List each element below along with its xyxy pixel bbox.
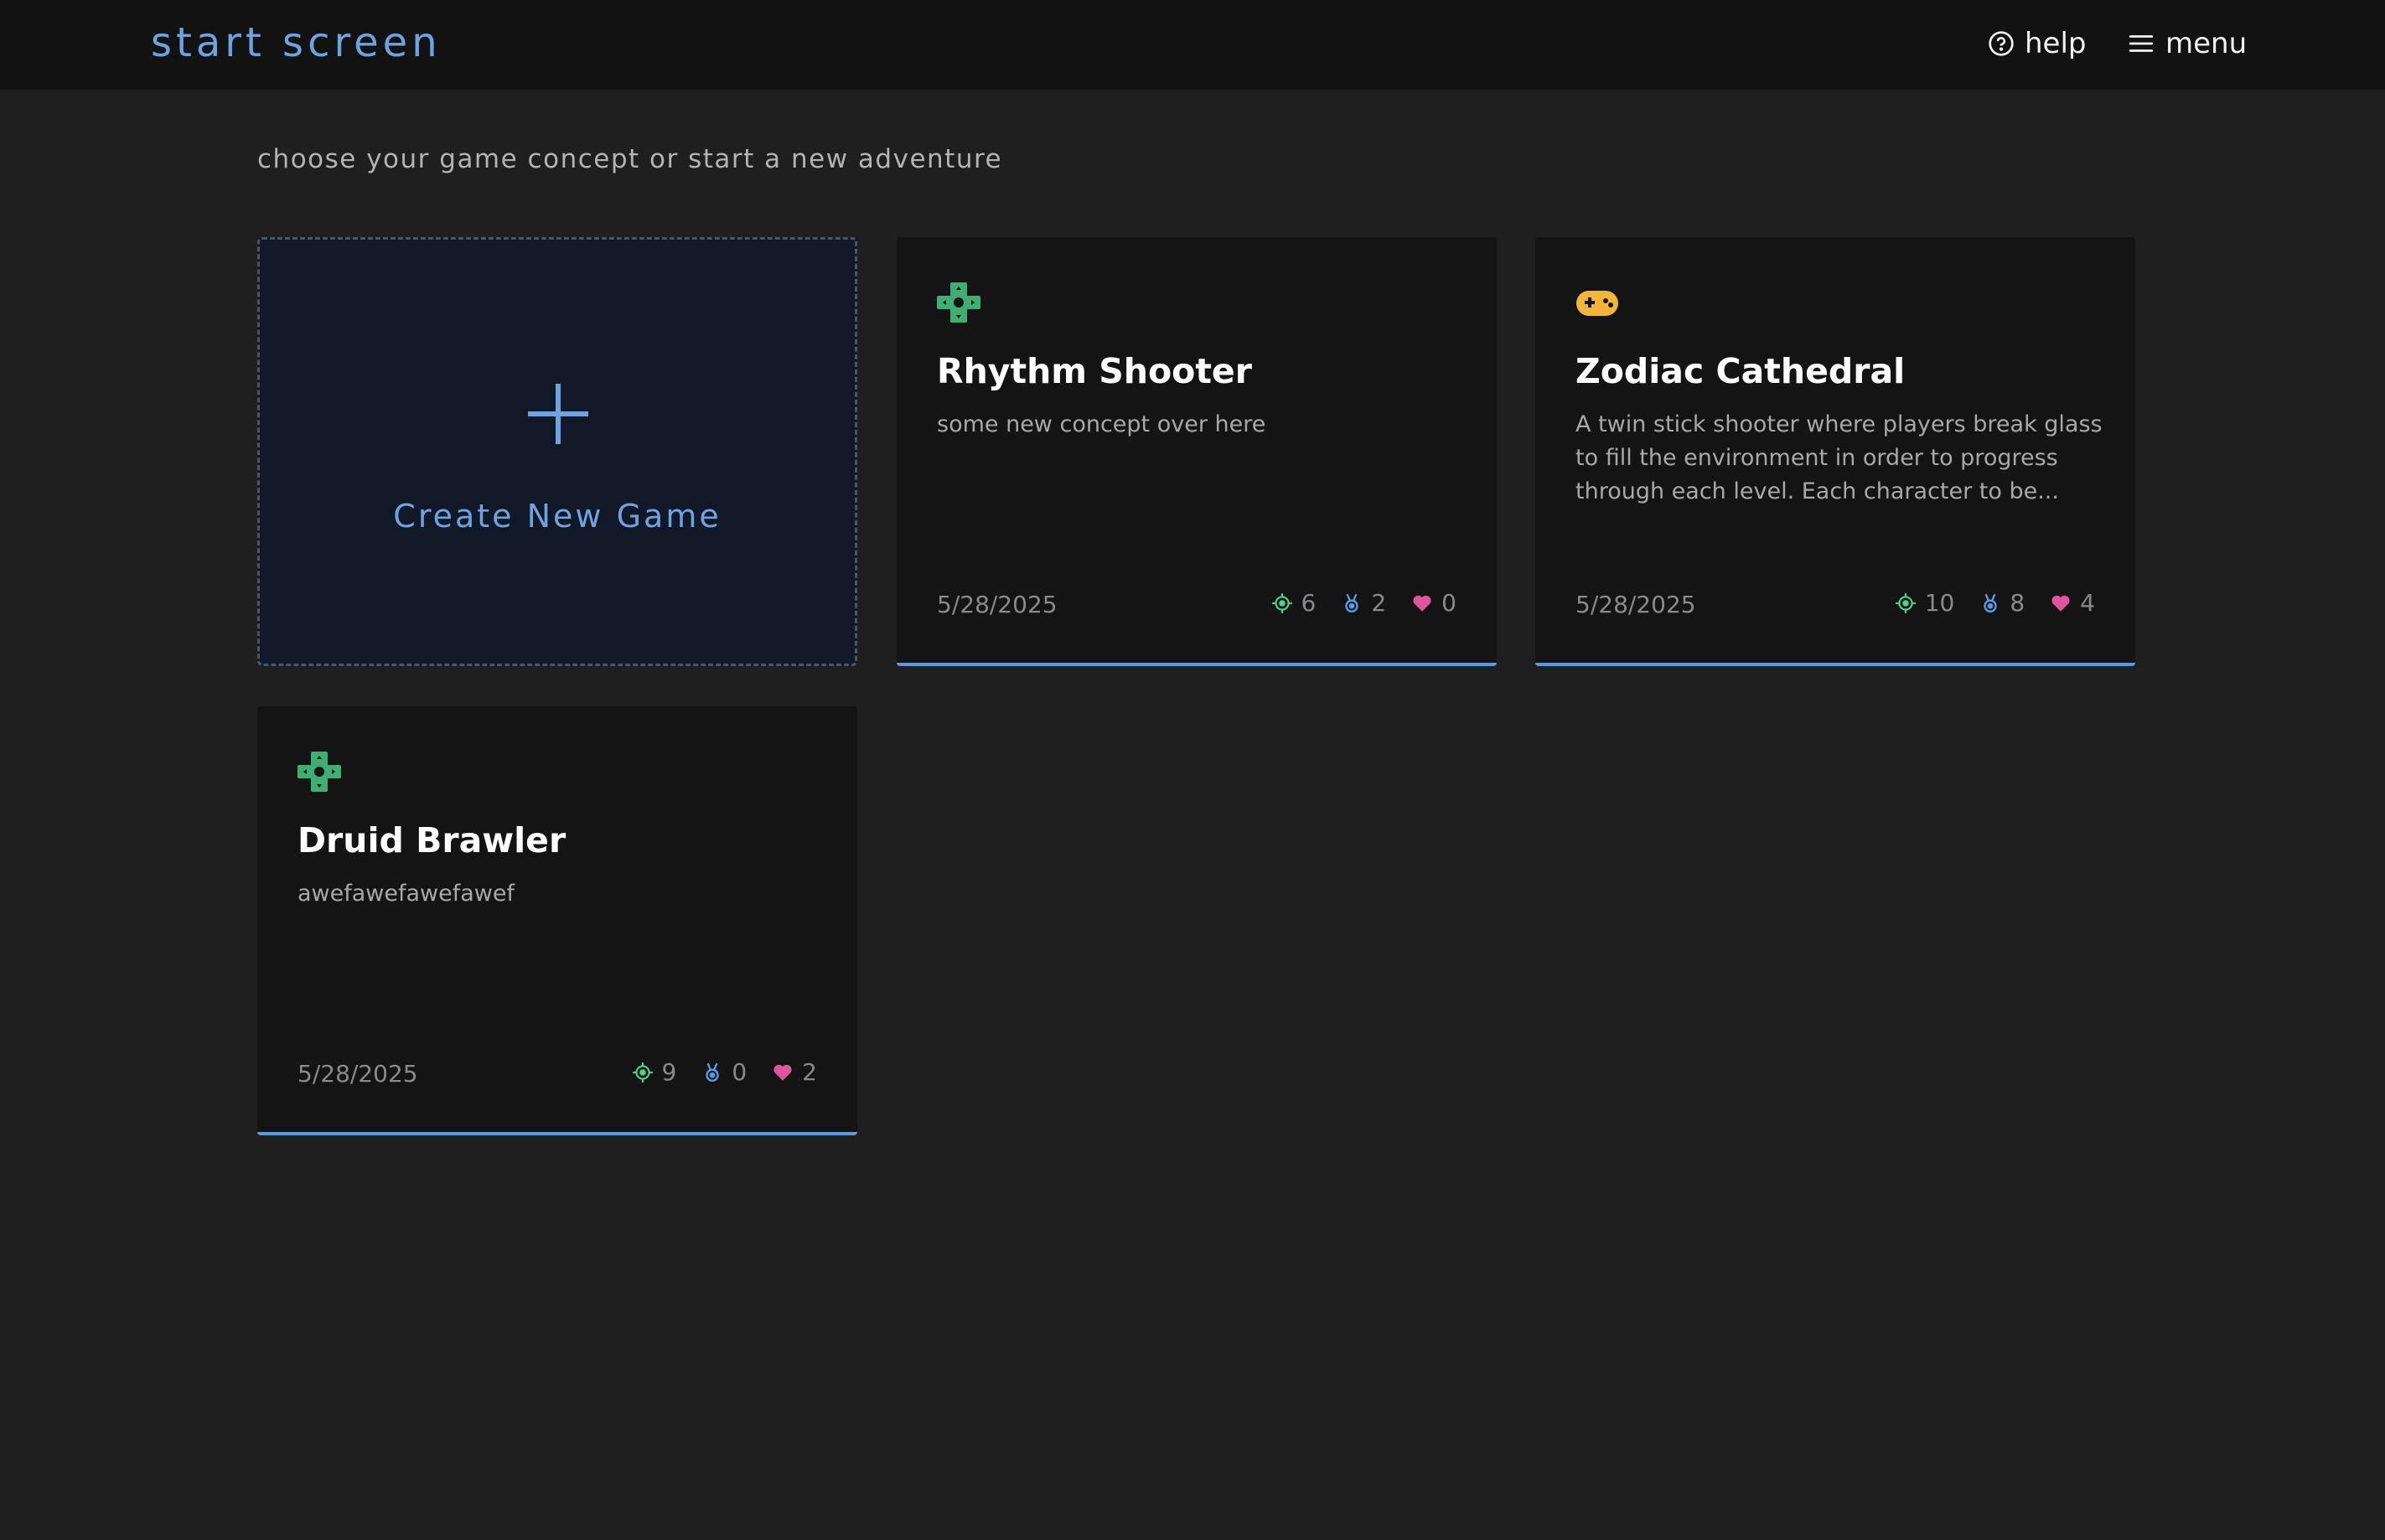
app-title: start screen bbox=[151, 19, 442, 66]
game-date: 5/28/2025 bbox=[297, 1060, 418, 1088]
targets-stat: 10 bbox=[1895, 589, 1955, 617]
game-card-rhythm-shooter[interactable]: Rhythm Shooter some new concept over her… bbox=[897, 237, 1497, 666]
target-icon bbox=[1271, 592, 1292, 613]
likes-stat: 4 bbox=[2050, 589, 2095, 617]
medals-count: 0 bbox=[732, 1058, 748, 1086]
targets-count: 6 bbox=[1301, 589, 1317, 617]
likes-stat: 2 bbox=[772, 1058, 817, 1086]
game-card-druid-brawler[interactable]: Druid Brawler awefawefawefawef 5/28/2025… bbox=[257, 706, 857, 1135]
menu-button[interactable]: menu bbox=[2127, 20, 2247, 67]
game-title: Zodiac Cathedral bbox=[1575, 351, 1906, 391]
gamepad-icon bbox=[1576, 291, 1618, 316]
game-stats: 10 8 4 bbox=[1895, 589, 2095, 617]
create-new-game-label: Create New Game bbox=[393, 498, 722, 535]
plus-icon bbox=[528, 384, 588, 444]
create-new-game-card[interactable]: Create New Game bbox=[257, 237, 857, 666]
target-icon bbox=[1895, 592, 1916, 613]
likes-count: 4 bbox=[2080, 589, 2095, 617]
medal-icon bbox=[1345, 593, 1359, 612]
likes-count: 2 bbox=[802, 1058, 817, 1086]
medals-count: 2 bbox=[1371, 589, 1387, 617]
game-date: 5/28/2025 bbox=[1575, 591, 1696, 618]
game-stats: 9 0 2 bbox=[632, 1058, 817, 1086]
dpad-icon bbox=[297, 752, 341, 792]
game-stats: 6 2 0 bbox=[1271, 589, 1456, 617]
game-title: Druid Brawler bbox=[297, 820, 567, 860]
game-description: awefawefawefawef bbox=[297, 881, 515, 907]
target-icon bbox=[632, 1062, 653, 1083]
medals-stat: 0 bbox=[701, 1058, 747, 1086]
heart-icon bbox=[2051, 595, 2070, 612]
heart-icon bbox=[773, 1064, 792, 1081]
help-label: help bbox=[2025, 27, 2087, 60]
hamburger-icon bbox=[2129, 35, 2154, 52]
targets-stat: 6 bbox=[1271, 589, 1317, 617]
game-description: A twin stick shooter where players break… bbox=[1575, 411, 2103, 504]
likes-stat: 0 bbox=[1411, 589, 1456, 617]
targets-count: 9 bbox=[661, 1058, 677, 1086]
game-date: 5/28/2025 bbox=[937, 591, 1058, 618]
dpad-icon bbox=[937, 282, 980, 323]
likes-count: 0 bbox=[1441, 589, 1456, 617]
game-description: some new concept over here bbox=[937, 411, 1266, 437]
help-icon bbox=[1989, 31, 2014, 56]
medal-icon bbox=[1984, 593, 1998, 612]
medal-icon bbox=[706, 1062, 720, 1082]
targets-stat: 9 bbox=[632, 1058, 677, 1086]
help-button[interactable]: help bbox=[1988, 20, 2087, 67]
heart-icon bbox=[1413, 595, 1431, 612]
page-subtitle: choose your game concept or start a new … bbox=[257, 144, 1003, 174]
menu-label: menu bbox=[2165, 27, 2248, 60]
medals-count: 8 bbox=[2010, 589, 2025, 617]
game-title: Rhythm Shooter bbox=[937, 351, 1252, 391]
medals-stat: 2 bbox=[1341, 589, 1386, 617]
game-card-zodiac-cathedral[interactable]: Zodiac Cathedral A twin stick shooter wh… bbox=[1535, 237, 2135, 666]
top-bar: start screen help menu bbox=[0, 0, 2385, 90]
targets-count: 10 bbox=[1924, 589, 1955, 617]
medals-stat: 8 bbox=[1979, 589, 2025, 617]
